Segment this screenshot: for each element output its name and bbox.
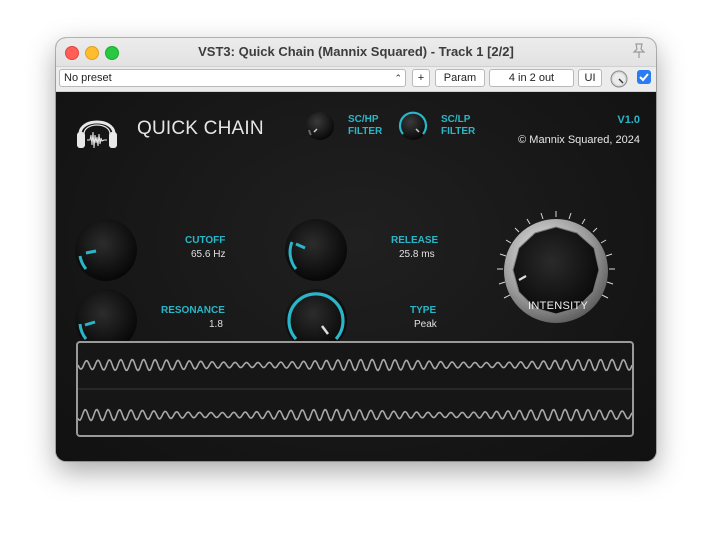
sc-lp-filter-knob[interactable] (397, 110, 429, 142)
plugin-name: QUICK CHAIN (137, 118, 264, 139)
intensity-label: INTENSITY (528, 300, 589, 312)
waveform-svg (78, 358, 632, 422)
add-preset-button[interactable]: + (412, 69, 430, 87)
host-toolbar: No preset ⌃ + Param 4 in 2 out UI (56, 67, 656, 92)
cutoff-knob[interactable] (74, 218, 138, 282)
type-label: TYPE (410, 305, 437, 316)
window-title: VST3: Quick Chain (Mannix Squared) - Tra… (198, 44, 514, 59)
sc-lp-label-line1: SC/LP (441, 114, 471, 125)
sc-lp-filter-label: SC/LP FILTER (441, 114, 475, 138)
plugin-window: VST3: Quick Chain (Mannix Squared) - Tra… (56, 38, 656, 461)
copyright-label: © Mannix Squared, 2024 (518, 134, 640, 146)
title-bar: VST3: Quick Chain (Mannix Squared) - Tra… (56, 38, 656, 67)
pin-icon[interactable] (632, 43, 646, 59)
sc-hp-label-line2: FILTER (348, 126, 383, 137)
release-label: RELEASE (391, 235, 439, 246)
preset-value: No preset (64, 72, 112, 84)
version-label: V1.0 (617, 114, 640, 126)
intensity-knob[interactable] (493, 208, 619, 334)
ui-button[interactable]: UI (578, 69, 602, 87)
io-config-button[interactable]: 4 in 2 out (489, 69, 574, 87)
sc-hp-label-line1: SC/HP (348, 114, 379, 125)
sc-hp-filter-knob[interactable] (304, 110, 336, 142)
release-knob[interactable] (284, 218, 348, 282)
headphones-logo-icon (74, 108, 120, 152)
cutoff-label: CUTOFF (185, 235, 226, 246)
waveform-display (76, 341, 634, 437)
plugin-panel: QUICK CHAIN SC/HP FILTER SC/LP FILTER V1… (56, 92, 656, 461)
select-arrows-icon: ⌃ (394, 73, 402, 83)
waveform-channel-2 (78, 408, 632, 422)
release-value: 25.8 ms (399, 249, 435, 260)
bypass-checkbox[interactable] (637, 70, 651, 84)
resonance-label: RESONANCE (161, 305, 225, 316)
sc-hp-filter-label: SC/HP FILTER (348, 114, 382, 138)
checkmark-icon (639, 73, 649, 82)
param-button[interactable]: Param (435, 69, 485, 87)
cutoff-value: 65.6 Hz (191, 249, 226, 260)
preset-select[interactable]: No preset ⌃ (59, 69, 406, 87)
resonance-value: 1.8 (209, 319, 223, 330)
waveform-channel-1 (78, 358, 632, 372)
type-value: Peak (414, 319, 437, 330)
sc-lp-label-line2: FILTER (441, 126, 476, 137)
wet-knob-icon[interactable] (610, 70, 628, 88)
